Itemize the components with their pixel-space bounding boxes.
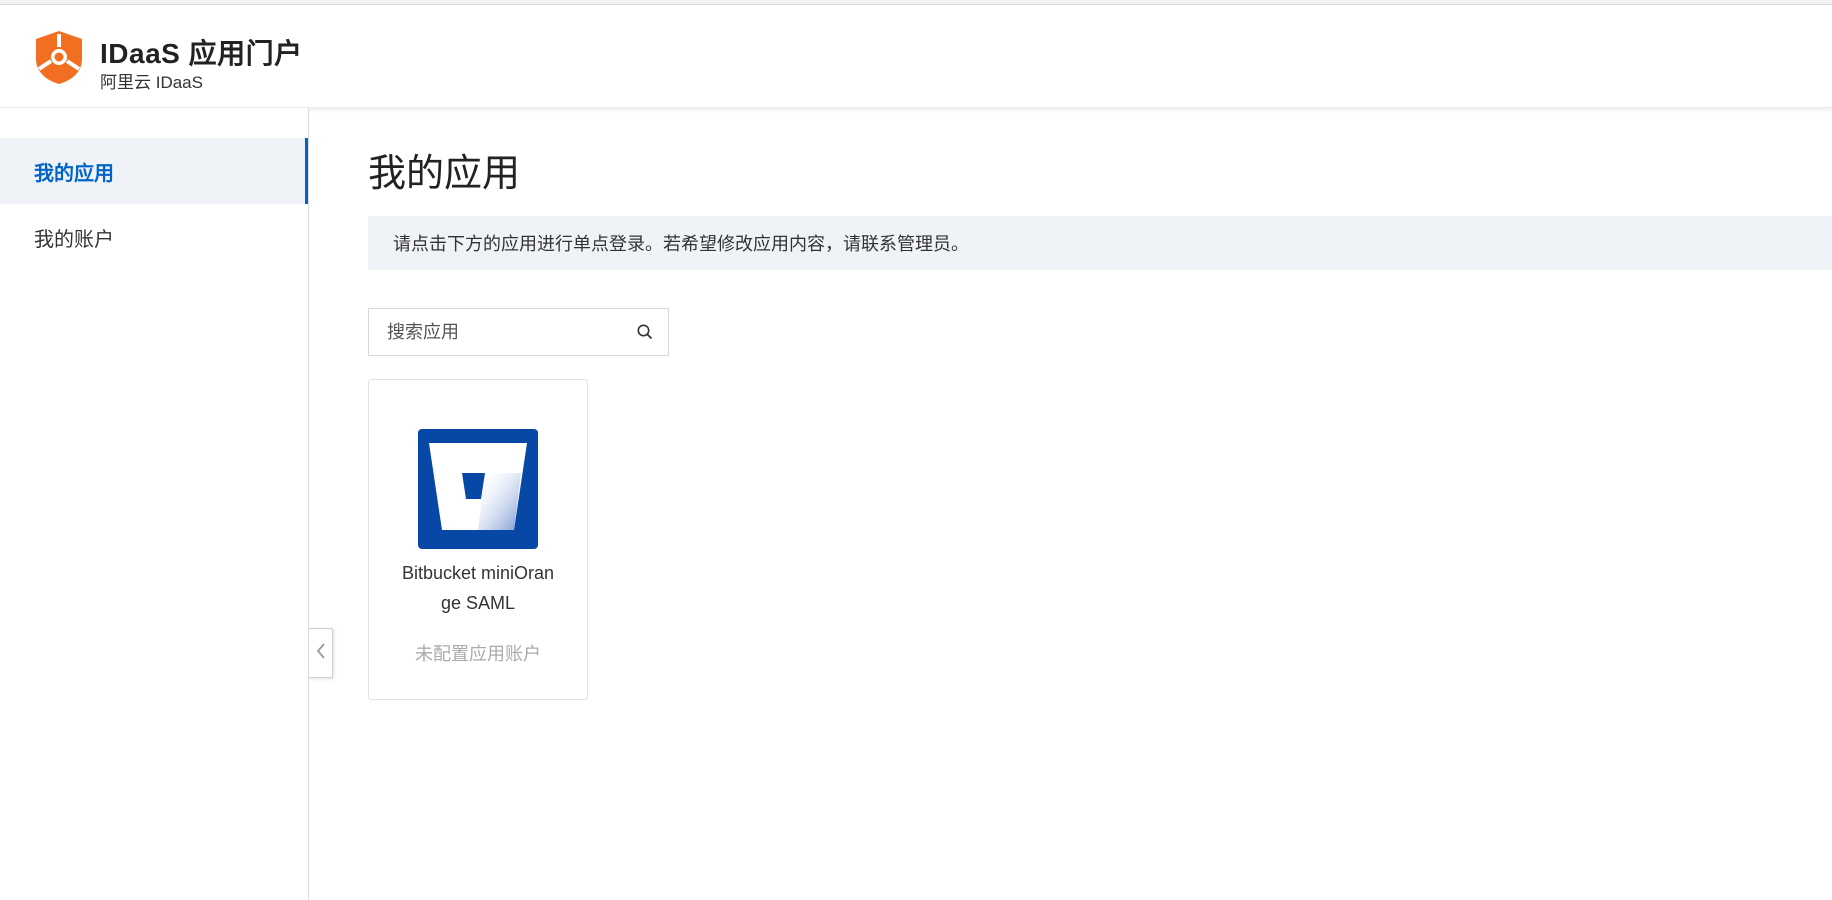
app-title: IDaaS 应用门户 — [100, 38, 303, 69]
app-card[interactable]: Bitbucket miniOrange SAML 未配置应用账户 — [368, 379, 588, 700]
search-input[interactable] — [369, 309, 619, 355]
search-icon[interactable] — [636, 323, 654, 341]
app-subtitle: 阿里云 IDaaS — [100, 73, 203, 92]
sidebar: 我的应用 我的账户 — [0, 108, 309, 900]
info-notice: 请点击下方的应用进行单点登录。若希望修改应用内容，请联系管理员。 — [368, 216, 1832, 270]
sidebar-collapse-button[interactable] — [309, 628, 333, 678]
shield-logo-icon — [32, 29, 86, 85]
app-header: IDaaS 应用门户 阿里云 IDaaS — [0, 5, 1832, 108]
sidebar-item-my-account[interactable]: 我的账户 — [0, 204, 308, 270]
search-box — [368, 308, 669, 356]
notice-text: 请点击下方的应用进行单点登录。若希望修改应用内容，请联系管理员。 — [393, 234, 969, 254]
chevron-left-icon — [316, 642, 326, 665]
app-account-status: 未配置应用账户 — [415, 644, 541, 664]
sidebar-item-my-apps[interactable]: 我的应用 — [0, 138, 308, 204]
sidebar-item-label: 我的应用 — [34, 162, 114, 185]
app-name: Bitbucket miniOrange SAML — [401, 563, 555, 613]
page-title: 我的应用 — [368, 153, 521, 195]
sidebar-item-label: 我的账户 — [34, 228, 114, 251]
bitbucket-icon — [418, 429, 538, 549]
